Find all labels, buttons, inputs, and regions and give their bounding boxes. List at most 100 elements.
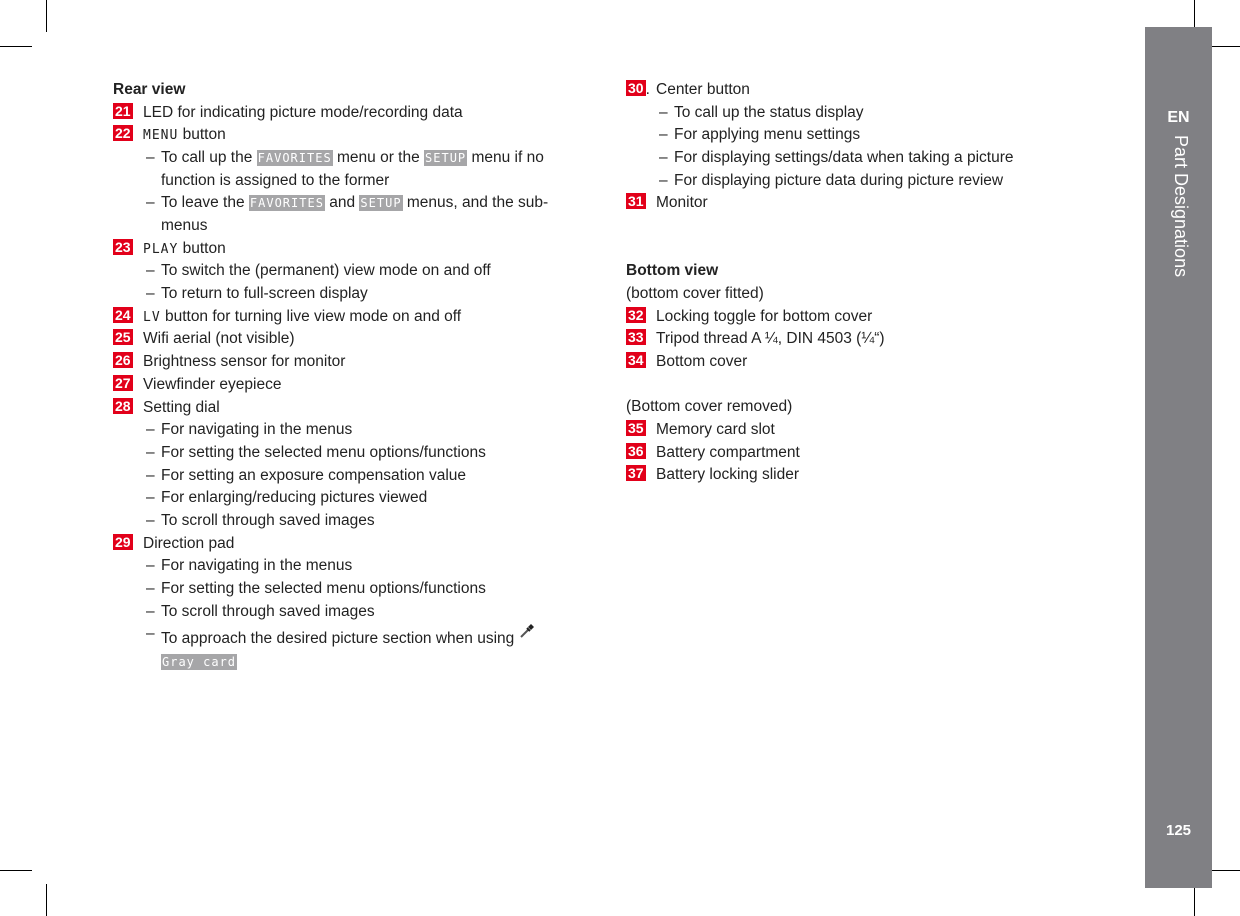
sub-item: – To call up the FAVORITES menu or the SE… bbox=[113, 147, 563, 192]
text-run: Center button bbox=[656, 81, 750, 98]
bullet-dash: – bbox=[659, 149, 668, 167]
sub-item: – To leave the FAVORITES and SETUP menus,… bbox=[113, 192, 563, 237]
text-run: Tripod thread A ¼, DIN 4503 (¼“) bbox=[656, 330, 885, 348]
text-run: Monitor bbox=[656, 194, 708, 212]
sub-item-text: To approach the desired picture section … bbox=[161, 623, 561, 673]
item-label: LV button for turning live view mode on … bbox=[143, 306, 461, 330]
text-run: To return to full-screen display bbox=[161, 285, 368, 303]
note-text: (Bottom cover removed) bbox=[626, 398, 793, 416]
sub-item: – For navigating in the menus bbox=[113, 419, 563, 442]
list-item: 25 Wifi aerial (not visible) bbox=[113, 328, 563, 351]
item-number-badge: 31 bbox=[626, 193, 646, 210]
text-run: button for turning live view mode on and… bbox=[160, 307, 462, 325]
sub-item-text: To switch the (permanent) view mode on a… bbox=[161, 260, 561, 283]
item-label: Brightness sensor for monitor bbox=[143, 351, 345, 374]
item-label: Tripod thread A ¼, DIN 4503 (¼“) bbox=[656, 328, 885, 351]
sub-item: – To call up the status display bbox=[626, 102, 1046, 125]
item-label: Center button bbox=[656, 79, 750, 102]
list-item: 31 Monitor bbox=[626, 192, 1046, 215]
sub-item: – To approach the desired picture section… bbox=[113, 623, 563, 673]
left-column: Rear view 21 LED for indicating picture mo… bbox=[113, 79, 563, 674]
section-title: Part Designations bbox=[1171, 135, 1191, 278]
sub-item: – For applying menu settings bbox=[626, 124, 1046, 147]
crop-mark bbox=[46, 884, 47, 916]
item-label: Bottom cover bbox=[656, 351, 747, 374]
menu-keyword: SETUP bbox=[359, 195, 403, 212]
item-number-badge: 30 bbox=[626, 80, 646, 96]
text-run: For setting the selected menu options/fu… bbox=[161, 443, 486, 461]
list-item: 27 Viewfinder eyepiece bbox=[113, 374, 563, 397]
crop-mark bbox=[0, 870, 32, 871]
sub-item: – For displaying picture data during pict… bbox=[626, 170, 1046, 193]
text-run: To scroll through saved images bbox=[161, 511, 375, 529]
bullet-dash: – bbox=[146, 557, 155, 575]
list-item: 28 Setting dial bbox=[113, 397, 563, 420]
item-label: Locking toggle for bottom cover bbox=[656, 306, 872, 329]
sub-item-text: To leave the FAVORITES and SETUP menus, … bbox=[161, 192, 561, 237]
text-run: For applying menu settings bbox=[674, 126, 861, 144]
item-label: Setting dial bbox=[143, 397, 220, 420]
list-item: 29 Direction pad bbox=[113, 533, 563, 556]
menu-keyword: Gray card bbox=[161, 654, 238, 671]
text-run: button bbox=[178, 239, 226, 257]
item-number-badge: 35 bbox=[626, 420, 646, 437]
bullet-dash: – bbox=[146, 511, 155, 529]
list-item: 22 MENU button bbox=[113, 124, 563, 147]
text-run: To call up the bbox=[161, 149, 257, 167]
text-run: For setting an exposure compensation val… bbox=[161, 466, 467, 484]
bullet-dash: – bbox=[146, 625, 155, 643]
item-number-badge: 33 bbox=[626, 329, 646, 346]
item-number-badge: 36 bbox=[626, 442, 646, 459]
text-run: Bottom cover bbox=[656, 353, 748, 371]
sub-item: – For navigating in the menus bbox=[113, 555, 563, 578]
text-run: For navigating in the menus bbox=[161, 557, 353, 575]
crop-mark bbox=[1208, 46, 1240, 47]
item-number-badge: 22 bbox=[113, 125, 133, 142]
chapter-tab: EN Part Designations 125 bbox=[1145, 27, 1212, 888]
text-run: Locking toggle for bottom cover bbox=[656, 307, 873, 325]
item-number-badge: 26 bbox=[113, 352, 133, 369]
bullet-dash: – bbox=[146, 579, 155, 597]
item-label: Wifi aerial (not visible) bbox=[143, 328, 295, 351]
item-number-badge: 32 bbox=[626, 306, 646, 323]
note-text: (bottom cover fitted) bbox=[626, 285, 764, 303]
text-run: For setting the selected menu options/fu… bbox=[161, 579, 486, 597]
sub-item: – For enlarging/reducing pictures viewed bbox=[113, 487, 563, 510]
text-run: and bbox=[324, 194, 360, 212]
text-run: For displaying settings/data when taking… bbox=[674, 149, 1014, 167]
list-item: 26 Brightness sensor for monitor bbox=[113, 351, 563, 374]
bullet-dash: – bbox=[146, 149, 155, 167]
text-run: For enlarging/reducing pictures viewed bbox=[161, 489, 428, 507]
item-label: MENU button bbox=[143, 124, 226, 148]
sub-item-text: For displaying settings/data when taking… bbox=[674, 147, 1054, 170]
text-run: Wifi aerial (not visible) bbox=[143, 330, 295, 348]
menu-keyword: FAVORITES bbox=[248, 195, 325, 212]
sub-item-text: For navigating in the menus bbox=[161, 555, 561, 578]
list-item: 36 Battery compartment bbox=[626, 442, 1046, 465]
item-number-badge: 28 bbox=[113, 397, 133, 414]
right-column: 30. Center button – To call up the status d… bbox=[626, 79, 1046, 487]
sub-item-text: For setting an exposure compensation val… bbox=[161, 465, 561, 488]
item-label: Monitor bbox=[656, 192, 708, 215]
item-label: Battery locking slider bbox=[656, 464, 799, 487]
item-number-badge: 29 bbox=[113, 533, 133, 550]
page-number: 125 bbox=[1165, 822, 1192, 839]
bullet-dash: – bbox=[146, 194, 155, 212]
list-item: 34 Bottom cover bbox=[626, 351, 1046, 374]
menu-keyword: SETUP bbox=[424, 150, 468, 167]
bullet-dash: – bbox=[146, 489, 155, 507]
list-item: 37 Battery locking slider bbox=[626, 464, 1046, 487]
sub-item-text: For applying menu settings bbox=[674, 124, 1054, 147]
bullet-dash: – bbox=[659, 126, 668, 144]
text-run: menu or the bbox=[332, 149, 425, 167]
item-number-badge: 25 bbox=[113, 329, 133, 346]
sub-item: – To return to full-screen display bbox=[113, 283, 563, 306]
text-run: To scroll through saved images bbox=[161, 602, 375, 620]
bullet-dash: – bbox=[146, 421, 155, 439]
item-number-badge: 27 bbox=[113, 374, 133, 391]
sub-item-text: For displaying picture data during pictu… bbox=[674, 170, 1054, 193]
eyedropper-icon bbox=[519, 624, 535, 643]
crop-mark bbox=[1208, 870, 1240, 871]
text-run: Setting dial bbox=[143, 398, 220, 416]
